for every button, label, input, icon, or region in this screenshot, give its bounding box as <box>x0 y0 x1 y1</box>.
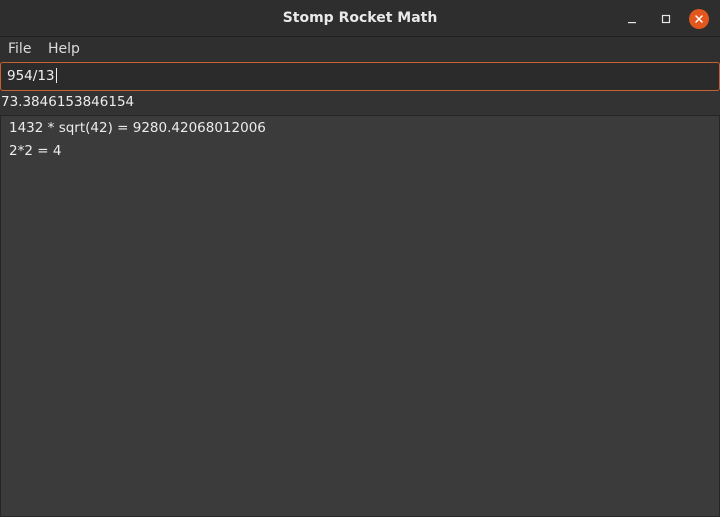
title-bar[interactable]: Stomp Rocket Math <box>0 0 720 37</box>
maximize-button[interactable] <box>656 9 676 29</box>
minimize-button[interactable] <box>622 9 642 29</box>
window-title: Stomp Rocket Math <box>282 10 438 26</box>
text-caret <box>55 68 57 83</box>
minimize-icon <box>628 22 636 24</box>
app-window: Stomp Rocket Math File Help 954/13 73.38… <box>0 0 720 517</box>
close-icon <box>695 15 703 23</box>
close-button[interactable] <box>689 9 709 29</box>
expression-input-field[interactable]: 954/13 <box>0 62 720 91</box>
history-item[interactable]: 1432 * sqrt(42) = 9280.42068012006 <box>9 117 266 139</box>
history-item[interactable]: 2*2 = 4 <box>9 140 61 162</box>
expression-input-value: 954/13 <box>7 68 57 84</box>
menu-help[interactable]: Help <box>48 37 80 62</box>
maximize-icon <box>661 14 671 24</box>
result-value: 73.3846153846154 <box>1 94 135 110</box>
menu-bar: File Help <box>0 37 720 62</box>
history-list[interactable]: 1432 * sqrt(42) = 9280.42068012006 2*2 =… <box>0 115 720 517</box>
result-row: 73.3846153846154 <box>0 91 720 115</box>
menu-file[interactable]: File <box>8 37 31 62</box>
